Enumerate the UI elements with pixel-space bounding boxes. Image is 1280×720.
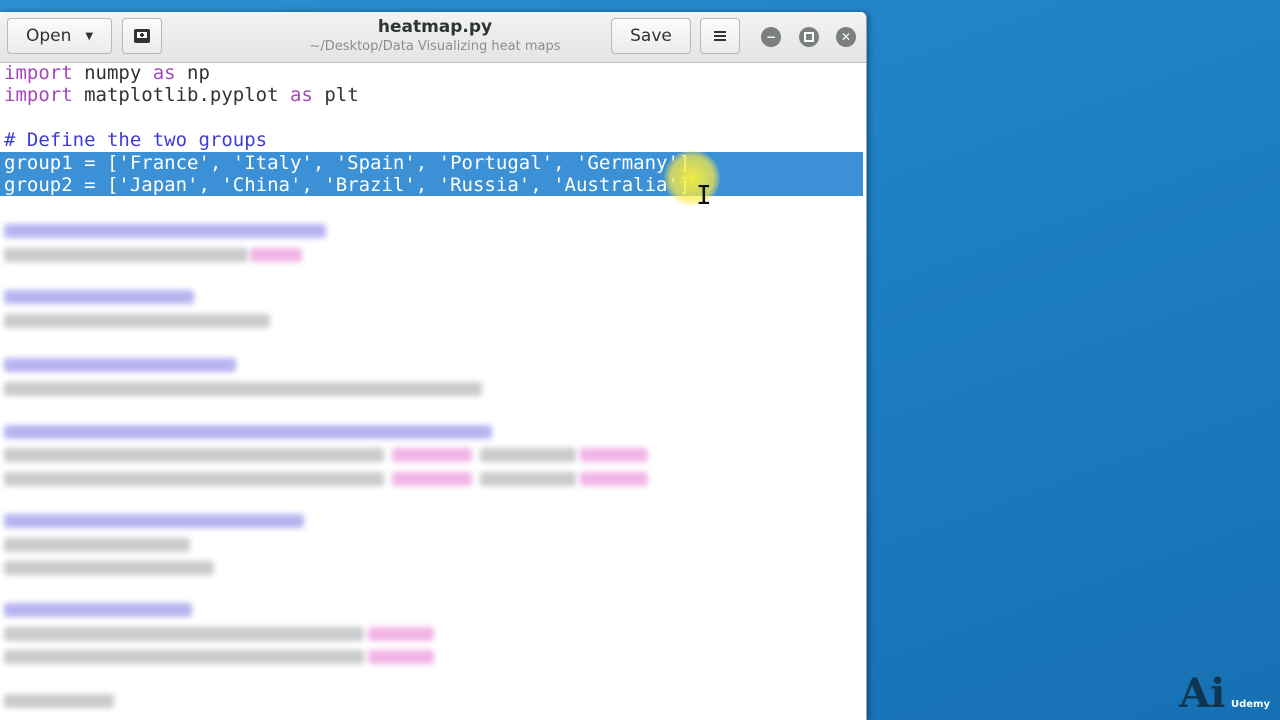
- blurred-code-line: [4, 650, 364, 664]
- menu-button[interactable]: [700, 18, 740, 54]
- blurred-code-line: [580, 448, 648, 462]
- keyword: import: [4, 62, 73, 84]
- blurred-code-line: [4, 448, 384, 462]
- blurred-code-line: [4, 358, 236, 372]
- hamburger-menu-icon: [714, 31, 726, 41]
- minimize-icon: −: [765, 30, 777, 44]
- open-button[interactable]: Open ▼: [7, 18, 112, 54]
- blurred-code-line: [4, 514, 304, 528]
- code-line-1: import numpy as np: [4, 62, 210, 84]
- maximize-button[interactable]: [799, 27, 819, 47]
- blurred-code-line: [392, 448, 472, 462]
- blurred-code-line: [250, 248, 302, 262]
- code-editor[interactable]: import numpy as np import matplotlib.pyp…: [0, 62, 866, 720]
- blurred-code-line: [4, 382, 482, 396]
- ai-logo-text: Ai: [1179, 670, 1226, 717]
- code-text: numpy: [72, 62, 153, 84]
- code-text: plt: [312, 84, 359, 106]
- save-button[interactable]: Save: [611, 18, 691, 54]
- code-line-2: import matplotlib.pyplot as plt: [4, 84, 359, 106]
- code-line-group2: group2 = ['Japan', 'China', 'Brazil', 'R…: [4, 174, 691, 196]
- watermark-logo: Ai Udemy: [1179, 674, 1270, 714]
- open-button-label: Open: [25, 26, 72, 46]
- minimize-button[interactable]: −: [761, 27, 781, 47]
- keyword: import: [4, 84, 73, 106]
- desktop: { "window": { "title": "heatmap.py", "su…: [0, 0, 1280, 720]
- blurred-code-line: [4, 627, 364, 641]
- title-area: heatmap.py ~/Desktop/Data Visualizing he…: [290, 16, 580, 56]
- close-icon: ✕: [840, 30, 852, 44]
- blurred-code-line: [480, 472, 576, 486]
- header-bar: Open ▼ heatmap.py ~/Desktop/Data Visuali…: [0, 12, 866, 63]
- blurred-code-line: [580, 472, 648, 486]
- text-cursor-icon: I: [696, 181, 712, 211]
- code-text: matplotlib.pyplot: [72, 84, 290, 106]
- keyword: as: [289, 84, 313, 106]
- keyword: as: [152, 62, 176, 84]
- blurred-code-line: [4, 472, 384, 486]
- code-line-group1: group1 = ['France', 'Italy', 'Spain', 'P…: [4, 152, 691, 174]
- blurred-code-line: [480, 448, 576, 462]
- blurred-code-line: [4, 248, 248, 262]
- blurred-code-line: [4, 425, 492, 439]
- blurred-code-line: [4, 603, 192, 617]
- code-text: np: [175, 62, 210, 84]
- blurred-code-line: [392, 472, 472, 486]
- code-comment: # Define the two groups: [4, 129, 268, 151]
- window-title: heatmap.py: [377, 17, 493, 37]
- text-editor-window: Open ▼ heatmap.py ~/Desktop/Data Visuali…: [0, 12, 867, 720]
- maximize-icon: [804, 32, 814, 42]
- new-document-icon: [134, 29, 150, 43]
- blurred-code-line: [4, 290, 194, 304]
- window-subtitle: ~/Desktop/Data Visualizing heat maps: [309, 39, 561, 54]
- blurred-code-line: [4, 224, 326, 238]
- blurred-code-line: [4, 561, 214, 575]
- close-button[interactable]: ✕: [836, 27, 856, 47]
- blurred-code-line: [368, 627, 434, 641]
- new-document-button[interactable]: [122, 18, 162, 54]
- brand-text: Udemy: [1231, 699, 1270, 710]
- blurred-code-line: [4, 314, 270, 328]
- blurred-code-line: [368, 650, 434, 664]
- chevron-down-icon: ▼: [85, 30, 94, 42]
- blurred-code-line: [4, 538, 190, 552]
- blurred-code-line: [4, 694, 114, 708]
